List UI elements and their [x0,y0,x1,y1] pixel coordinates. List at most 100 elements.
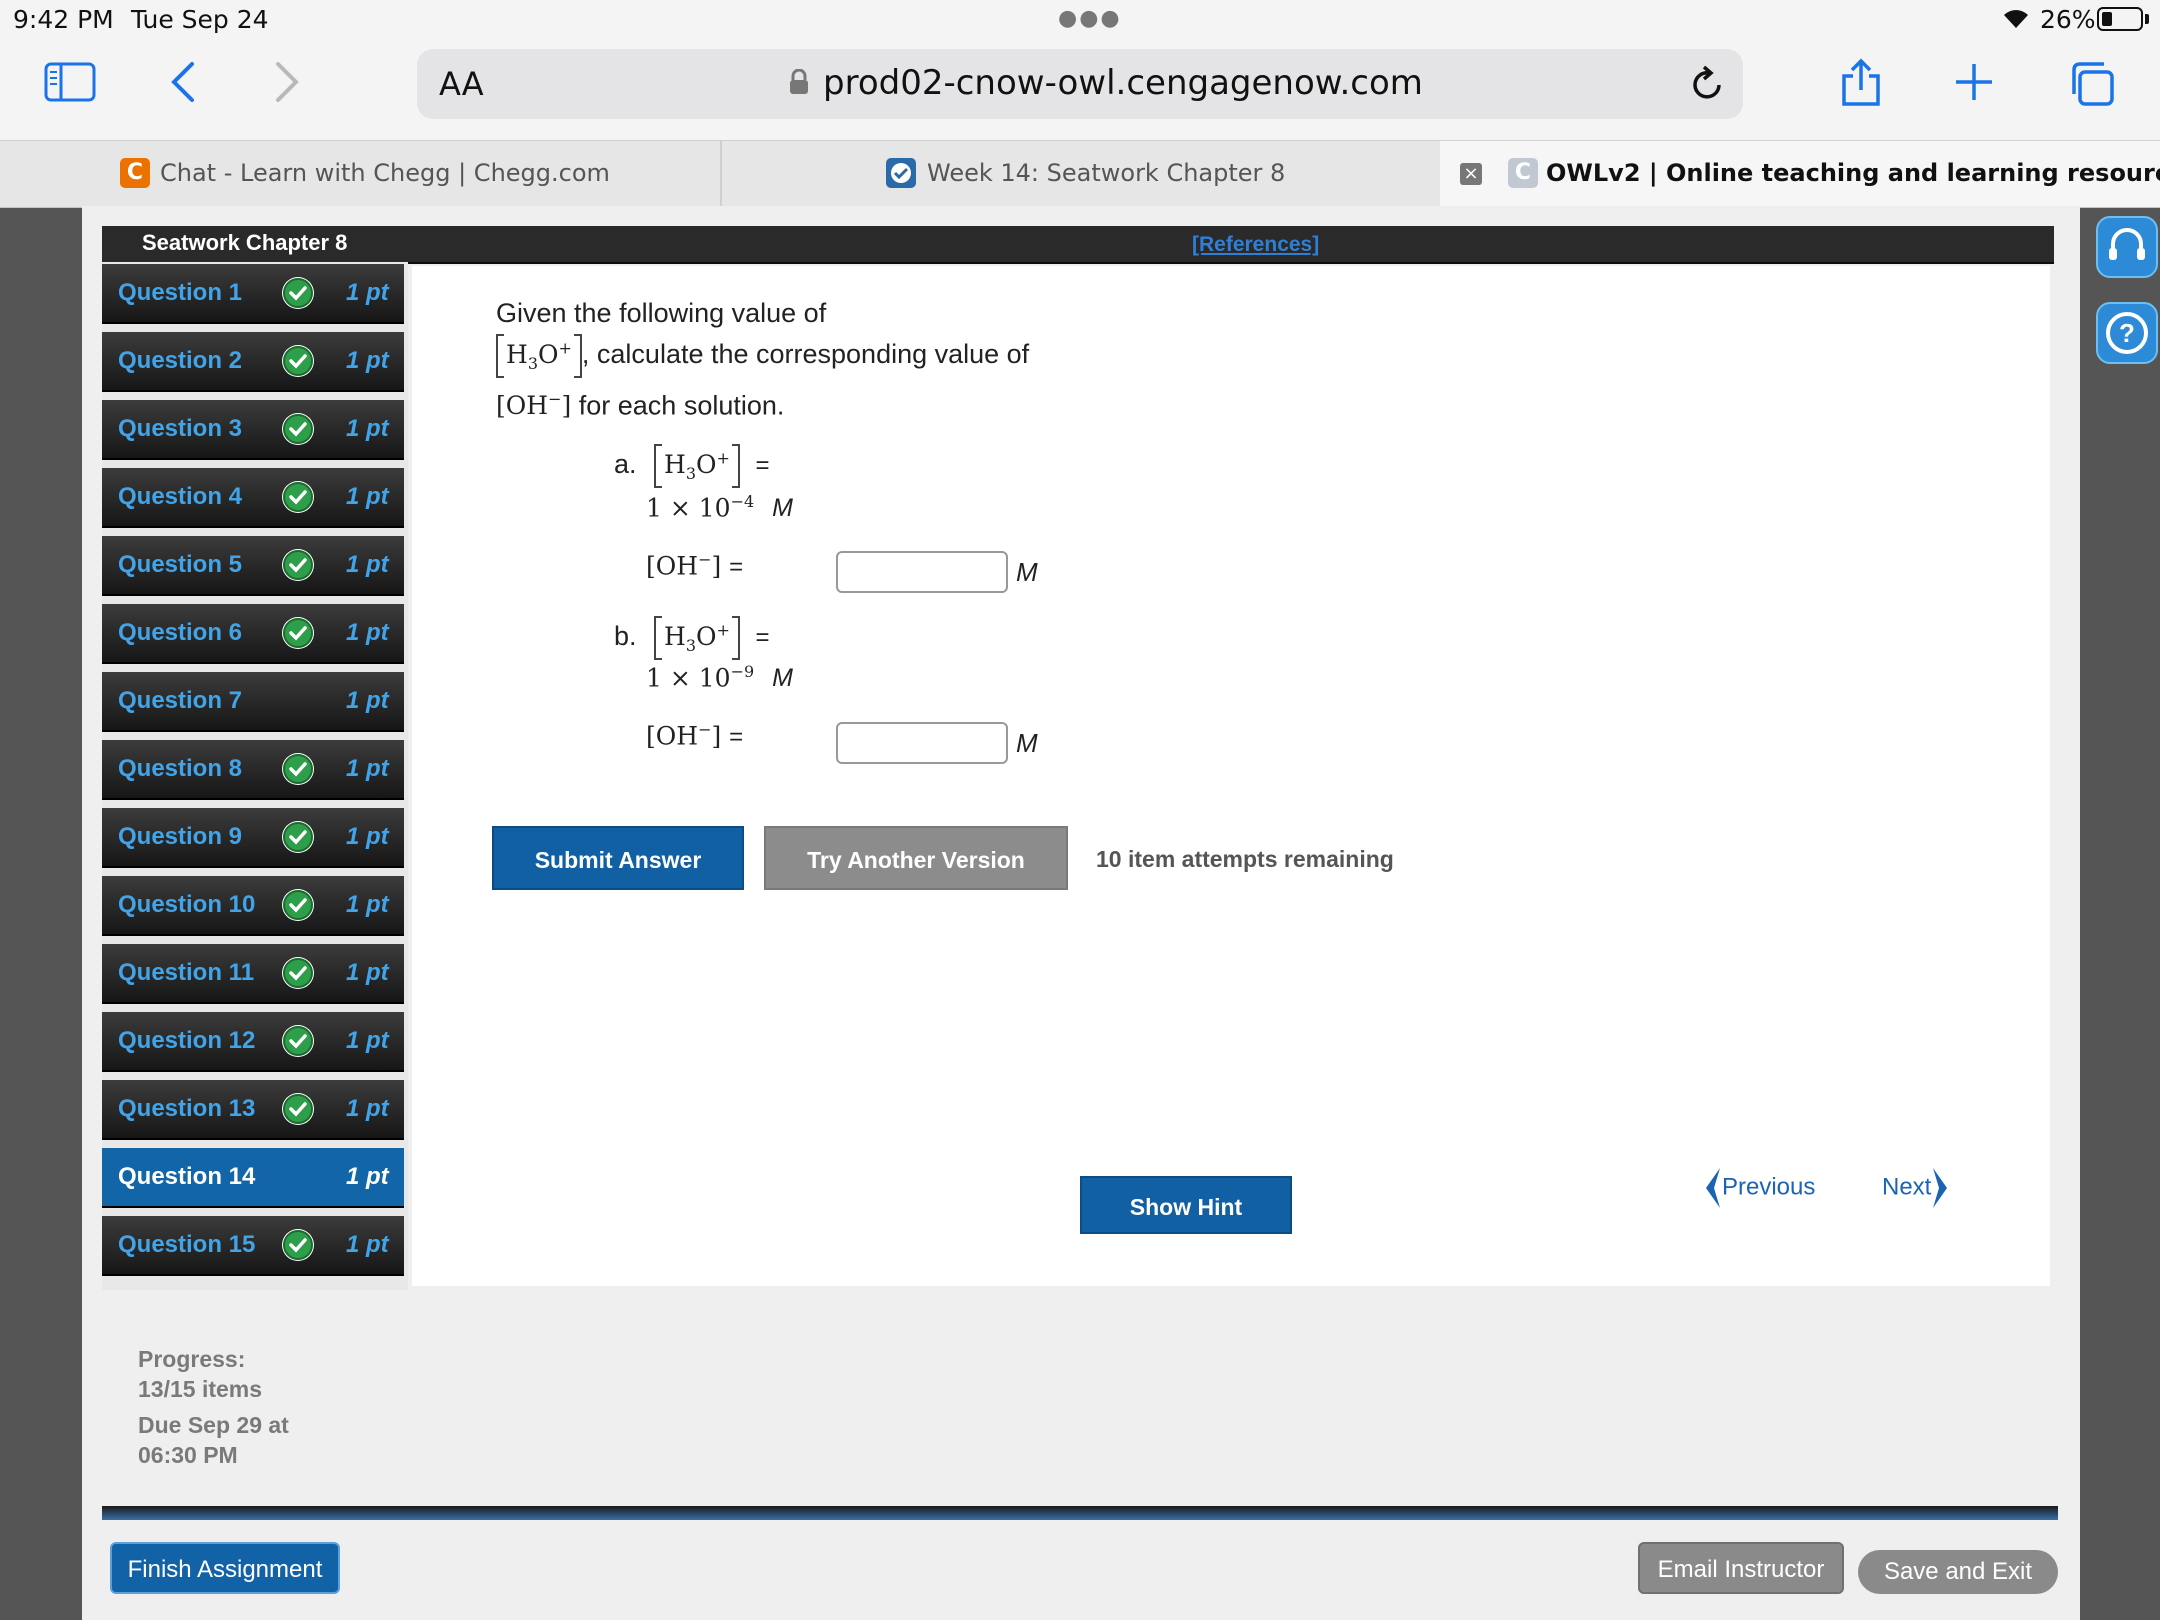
part-b-unit: M [1016,728,1038,758]
question-label: Question 11 [118,959,255,986]
sidebar-item-question-1[interactable]: Question 1 1 pt [102,264,404,324]
status-date: Tue Sep 24 [131,5,269,34]
question-label: Question 1 [118,279,243,306]
tab-overview-icon[interactable] [2068,60,2116,112]
battery-percentage: 26% [2040,5,2096,34]
due-time: 06:30 PM [138,1442,238,1468]
part-a-oh-input[interactable] [836,551,1008,593]
check-icon [282,1093,314,1125]
question-intro-line3: [OH−] for each solution. [496,390,785,421]
question-label: Question 15 [118,1231,256,1258]
question-label: Question 2 [118,347,243,374]
cengage-logo-icon: C [1508,158,1538,188]
url-text[interactable]: prod02-cnow-owl.cengagenow.com [823,63,1423,103]
sidebar-toggle-icon[interactable] [44,62,96,106]
references-link[interactable]: [References] [1192,233,1319,257]
sidebar-item-question-8[interactable]: Question 8 1 pt [102,740,404,800]
sidebar-item-question-3[interactable]: Question 3 1 pt [102,400,404,460]
address-bar[interactable]: AA prod02-cnow-owl.cengagenow.com [417,49,1743,119]
question-label: Question 9 [118,823,243,850]
forward-icon[interactable] [272,60,302,108]
tab-chegg[interactable]: C Chat - Learn with Chegg | Chegg.com [0,141,720,207]
back-icon[interactable] [168,60,198,108]
question-label: Question 12 [118,1027,256,1054]
lock-icon [789,68,809,95]
svg-text:?: ? [2119,318,2135,348]
next-link[interactable]: Next [1882,1166,1951,1210]
text-size-button[interactable]: AA [439,65,484,103]
show-hint-button[interactable]: Show Hint [1080,1176,1292,1234]
sidebar-item-question-13[interactable]: Question 13 1 pt [102,1080,404,1140]
part-letter: a. [614,449,637,480]
sidebar-item-question-15[interactable]: Question 15 1 pt [102,1216,404,1276]
question-label: Question 10 [118,891,256,918]
new-tab-icon[interactable] [1954,62,1994,106]
submit-answer-button[interactable]: Submit Answer [492,826,744,890]
check-icon [282,821,314,853]
finish-assignment-button[interactable]: Finish Assignment [110,1542,340,1594]
save-and-exit-button[interactable]: Save and Exit [1858,1550,2058,1594]
sidebar-item-question-11[interactable]: Question 11 1 pt [102,944,404,1004]
question-label: Question 13 [118,1095,256,1122]
question-points: 1 pt [346,347,389,374]
battery-icon [2097,7,2143,31]
part-b-oh-input[interactable] [836,722,1008,764]
sidebar-item-question-14[interactable]: Question 14 1 pt [102,1148,404,1208]
progress-label: Progress: [138,1346,246,1372]
check-icon [282,413,314,445]
owl-assignment-frame: Seatwork Chapter 8 [References] Question… [82,206,2080,1620]
tab-owlv2[interactable]: × C OWLv2 | Online teaching and learning… [1440,141,2160,207]
question-points: 1 pt [346,279,389,306]
sidebar-item-question-5[interactable]: Question 5 1 pt [102,536,404,596]
progress-info: Progress: 13/15 items Due Sep 29 at 06:3… [138,1344,289,1470]
chevron-left-icon [1706,1168,1720,1208]
chegg-logo-icon: C [120,158,150,188]
sidebar-item-question-12[interactable]: Question 12 1 pt [102,1012,404,1072]
help-icon[interactable]: ? [2096,302,2158,364]
email-instructor-button[interactable]: Email Instructor [1638,1542,1844,1594]
check-icon [282,1229,314,1261]
question-points: 1 pt [346,755,389,782]
part-b-given: b. H3O+ = [614,616,769,660]
question-points: 1 pt [346,891,389,918]
question-label: Question 3 [118,415,243,442]
check-icon [282,481,314,513]
share-icon[interactable] [1838,58,1884,112]
part-b-value: 1 × 10−9 M [646,662,793,693]
check-icon [282,957,314,989]
sidebar-item-question-10[interactable]: Question 10 1 pt [102,876,404,936]
sidebar-item-question-2[interactable]: Question 2 1 pt [102,332,404,392]
check-icon [282,345,314,377]
question-points: 1 pt [346,823,389,850]
sidebar-item-question-9[interactable]: Question 9 1 pt [102,808,404,868]
question-points: 1 pt [346,959,389,986]
owl-logo-icon [886,158,916,188]
check-icon [282,1025,314,1057]
question-points: 1 pt [346,687,389,714]
close-tab-icon[interactable]: × [1460,163,1482,185]
previous-link[interactable]: Previous [1702,1166,1815,1210]
sidebar-item-question-7[interactable]: Question 7 1 pt [102,672,404,732]
footer-divider [102,1506,2058,1520]
question-label: Question 5 [118,551,243,578]
question-pane: Given the following value of H3O+, calcu… [412,266,2050,1286]
assignment-title: Seatwork Chapter 8 [142,230,348,255]
question-points: 1 pt [346,551,389,578]
sidebar-item-question-4[interactable]: Question 4 1 pt [102,468,404,528]
part-a-given: a. H3O+ = [614,444,769,488]
question-points: 1 pt [346,1163,389,1190]
sidebar-item-question-6[interactable]: Question 6 1 pt [102,604,404,664]
tab-week14[interactable]: Week 14: Seatwork Chapter 8 [722,141,1440,207]
part-a-oh-label: [OH−] = [646,550,744,581]
question-points: 1 pt [346,1231,389,1258]
try-another-version-button[interactable]: Try Another Version [764,826,1068,890]
status-time: 9:42 PM [13,5,114,34]
tab-bar: C Chat - Learn with Chegg | Chegg.com We… [0,140,2160,208]
progress-value: 13/15 items [138,1376,263,1402]
question-points: 1 pt [346,619,389,646]
reload-icon[interactable] [1689,63,1725,112]
question-intro-line2: H3O+, calculate the corresponding value … [496,334,1029,378]
support-chat-icon[interactable] [2096,216,2158,278]
chevron-right-icon [1933,1168,1948,1208]
multitasking-dots-icon[interactable]: ●●● [1058,6,1122,31]
